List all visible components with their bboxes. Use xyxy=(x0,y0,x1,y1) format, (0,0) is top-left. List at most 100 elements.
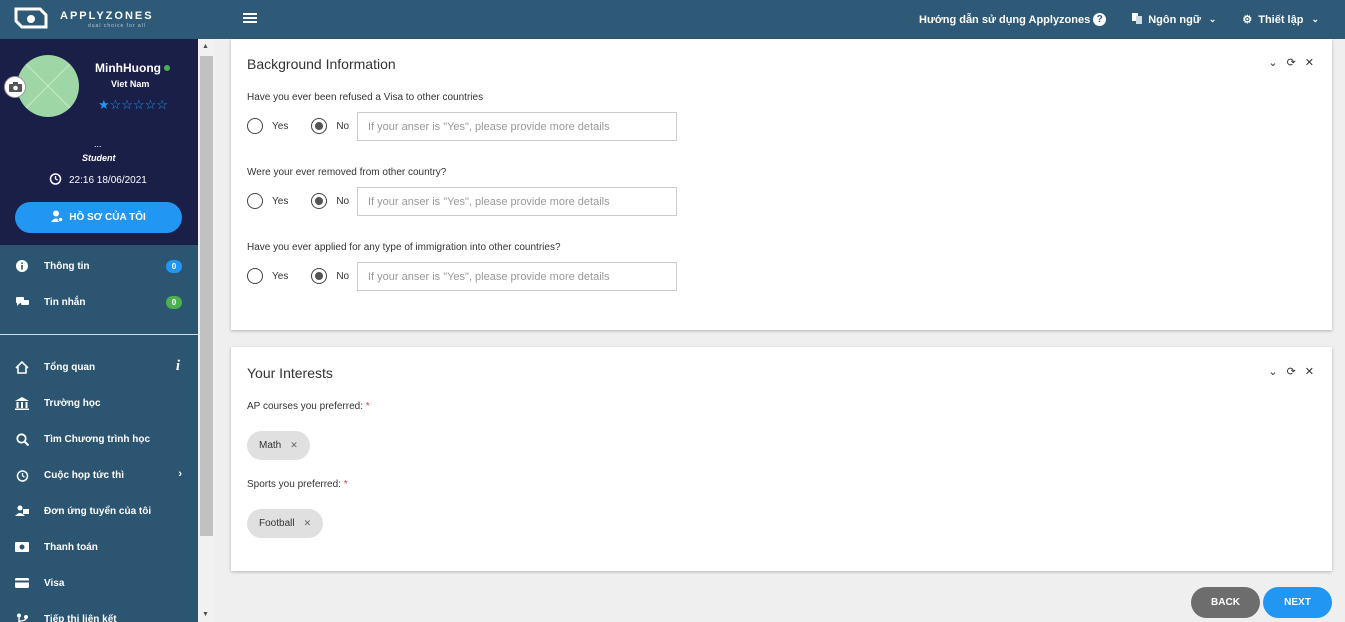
close-icon[interactable]: ✕ xyxy=(1305,365,1314,378)
card-tools: ⌄ ⟳ ✕ xyxy=(1259,56,1314,69)
sidebar-item-overview[interactable]: Tổng quan i xyxy=(0,349,198,385)
ap-courses-label-text: AP courses you preferred: xyxy=(247,401,363,412)
radio-no-label: No xyxy=(336,270,350,282)
next-button[interactable]: NEXT xyxy=(1263,587,1332,618)
required-mark: * xyxy=(343,479,348,490)
radio-yes-label: Yes xyxy=(272,270,289,282)
sidebar-item-payment[interactable]: Thanh toán xyxy=(0,529,198,565)
back-button[interactable]: BACK xyxy=(1191,587,1260,618)
sidebar-item-affiliate[interactable]: Tiếp thị liên kết xyxy=(0,601,198,622)
my-profile-label: HỒ SƠ CỦA TÔI xyxy=(69,212,146,223)
radio-no[interactable] xyxy=(311,268,328,284)
logo-subtitle: dual choice for all xyxy=(88,22,146,29)
remove-chip-icon[interactable]: ✕ xyxy=(304,518,312,529)
sidebar-item-label: Tìm Chương trình học xyxy=(44,433,151,445)
sidebar: MinhHuong Viet Nam ★☆☆☆☆☆ ... Student 22… xyxy=(0,39,198,622)
collapse-icon[interactable]: ⌄ xyxy=(1268,56,1277,69)
applications-icon xyxy=(14,505,30,517)
language-dropdown[interactable]: Ngôn ngữ ⌄ xyxy=(1132,12,1217,27)
scroll-up-arrow-icon[interactable]: ▲ xyxy=(202,43,209,50)
sidebar-item-my-applications[interactable]: Đơn ứng tuyển của tôi xyxy=(0,493,198,529)
radio-yes[interactable] xyxy=(247,268,263,284)
rating-stars: ★☆☆☆☆☆ xyxy=(98,97,168,112)
sidebar-item-label: Đơn ứng tuyển của tôi xyxy=(44,505,152,517)
chip-label: Math xyxy=(259,440,282,451)
details-input[interactable] xyxy=(357,112,677,141)
refresh-icon[interactable]: ⟳ xyxy=(1287,365,1296,378)
card-title: Background Information xyxy=(247,56,396,72)
menu-toggle-icon[interactable] xyxy=(243,13,257,25)
payment-icon xyxy=(14,542,30,552)
chip-label: Football xyxy=(259,518,295,529)
chat-icon xyxy=(14,296,30,308)
radio-yes[interactable] xyxy=(247,193,263,209)
user-role: Student xyxy=(82,153,116,163)
gear-icon: ⚙ xyxy=(1242,14,1253,26)
radio-group: Yes No xyxy=(247,268,372,284)
sidebar-item-schools[interactable]: Trường học xyxy=(0,385,198,421)
chevron-down-icon: ⌄ xyxy=(1311,14,1319,24)
ap-course-chip[interactable]: Math ✕ xyxy=(247,431,310,460)
card-tools: ⌄ ⟳ ✕ xyxy=(1259,365,1314,378)
scroll-thumb[interactable] xyxy=(200,56,213,536)
question-label: Have you ever applied for any type of im… xyxy=(247,242,561,253)
question-label: Have you ever been refused a Visa to oth… xyxy=(247,92,484,103)
radio-no[interactable] xyxy=(311,193,328,209)
chevron-down-icon: ⌄ xyxy=(1208,14,1217,24)
user-name-text: MinhHuong xyxy=(95,61,161,75)
sidebar-item-label: Thanh toán xyxy=(44,541,98,553)
sidebar-item-label: Tin nhắn xyxy=(44,296,86,308)
alarm-icon xyxy=(14,469,30,482)
refresh-icon[interactable]: ⟳ xyxy=(1287,56,1296,69)
sidebar-item-label: Thông tin xyxy=(44,260,90,272)
avatar[interactable] xyxy=(17,55,79,117)
sidebar-item-find-programs[interactable]: Tìm Chương trình học xyxy=(0,421,198,457)
radio-no-label: No xyxy=(336,195,350,207)
home-icon xyxy=(14,360,30,374)
collapse-icon[interactable]: ⌄ xyxy=(1268,365,1277,378)
logo-text: APPLYZONES xyxy=(60,9,154,22)
interests-card: Your Interests ⌄ ⟳ ✕ AP courses you pref… xyxy=(231,347,1332,571)
sidebar-item-label: Tiếp thị liên kết xyxy=(44,613,117,622)
language-label: Ngôn ngữ xyxy=(1148,13,1201,26)
sidebar-scrollbar[interactable]: ▲ ▼ xyxy=(198,39,215,622)
sidebar-item-instant-meeting[interactable]: Cuộc họp tức thì › xyxy=(0,457,198,493)
sports-label-text: Sports you preferred: xyxy=(247,479,341,490)
profile-panel: MinhHuong Viet Nam ★☆☆☆☆☆ ... Student 22… xyxy=(0,39,198,245)
card-title: Your Interests xyxy=(247,365,333,381)
radio-no[interactable] xyxy=(311,118,328,134)
radio-yes[interactable] xyxy=(247,118,263,134)
remove-chip-icon[interactable]: ✕ xyxy=(290,440,298,451)
sidebar-item-label: Tổng quan xyxy=(44,361,96,373)
help-link[interactable]: Hướng dẫn sử dụng Applyzones ? xyxy=(919,13,1107,26)
radio-yes-label: Yes xyxy=(272,195,289,207)
user-icon xyxy=(51,210,64,225)
info-italic-icon[interactable]: i xyxy=(176,358,180,375)
close-icon[interactable]: ✕ xyxy=(1305,56,1314,69)
details-input[interactable] xyxy=(357,187,677,216)
school-icon xyxy=(14,396,30,410)
online-status-icon xyxy=(163,65,170,71)
sport-chip[interactable]: Football ✕ xyxy=(247,509,324,538)
sidebar-divider xyxy=(0,334,198,335)
help-icon: ? xyxy=(1093,13,1107,26)
logo[interactable]: APPLYZONES dual choice for all xyxy=(14,7,154,31)
radio-no-label: No xyxy=(336,120,350,132)
info-count-badge: 0 xyxy=(166,260,182,273)
settings-dropdown[interactable]: ⚙ Thiết lập ⌄ xyxy=(1242,13,1319,27)
sidebar-item-messages[interactable]: Tin nhắn 0 xyxy=(0,284,198,320)
details-input[interactable] xyxy=(357,262,677,291)
sidebar-item-label: Cuộc họp tức thì xyxy=(44,469,125,481)
camera-icon[interactable] xyxy=(4,76,26,98)
sidebar-item-info[interactable]: Thông tin 0 xyxy=(0,248,198,284)
sports-label: Sports you preferred: * xyxy=(247,479,348,490)
scroll-down-arrow-icon[interactable]: ▼ xyxy=(202,611,209,618)
my-profile-button[interactable]: HỒ SƠ CỦA TÔI xyxy=(15,202,182,233)
radio-group: Yes No xyxy=(247,118,372,134)
user-country: Viet Nam xyxy=(111,79,150,89)
logo-icon xyxy=(14,7,48,31)
top-bar: APPLYZONES dual choice for all Hướng dẫn… xyxy=(0,0,1345,39)
sidebar-item-visa[interactable]: Visa xyxy=(0,565,198,601)
alarm-clock-icon xyxy=(49,172,62,188)
profile-dots: ... xyxy=(94,139,102,149)
